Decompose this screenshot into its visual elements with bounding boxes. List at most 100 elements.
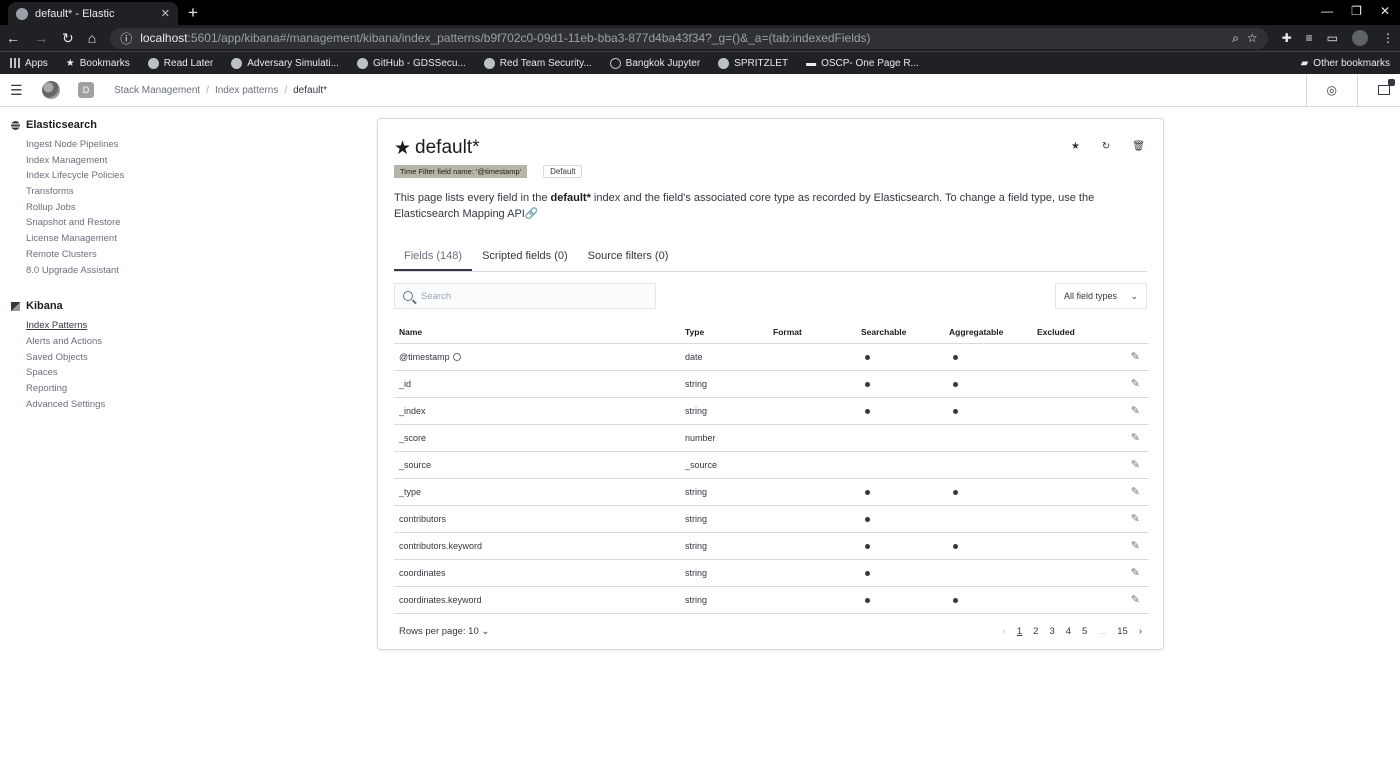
edit-pencil-icon[interactable]: ✎ <box>1102 397 1149 425</box>
column-header-excluded[interactable]: Excluded <box>1032 321 1102 344</box>
sidebar-item-index-patterns[interactable]: Index Patterns <box>11 318 300 334</box>
sidebar-item-snapshot-restore[interactable]: Snapshot and Restore <box>11 215 300 231</box>
url-host: localhost <box>140 31 188 45</box>
sidebar-item-ingest-node-pipelines[interactable]: Ingest Node Pipelines <box>11 137 300 153</box>
minimize-icon[interactable]: — <box>1321 4 1333 18</box>
sidebar-item-remote-clusters[interactable]: Remote Clusters <box>11 247 300 263</box>
bookmark-read-later[interactable]: Read Later <box>147 57 213 69</box>
sidebar-item-index-lifecycle-policies[interactable]: Index Lifecycle Policies <box>11 168 300 184</box>
page-number[interactable]: 5 <box>1082 626 1087 637</box>
close-tab-icon[interactable]: ✕ <box>161 7 170 20</box>
tab-scripted-fields[interactable]: Scripted fields (0) <box>472 242 578 271</box>
page-number[interactable]: 4 <box>1066 626 1071 637</box>
bookmark-github[interactable]: GitHub - GDSSecu... <box>356 57 466 69</box>
tab-fields[interactable]: Fields (148) <box>394 242 473 271</box>
restore-icon[interactable]: ❐ <box>1351 4 1362 18</box>
back-icon[interactable]: ← <box>6 30 20 46</box>
field-searchable <box>856 478 944 506</box>
extensions-icon[interactable]: ✚ <box>1282 31 1292 45</box>
column-header-type[interactable]: Type <box>680 321 768 344</box>
bookmark-oscp[interactable]: ▬ OSCP- One Page R... <box>806 58 919 69</box>
address-bar[interactable]: ⓘ localhost:5601/app/kibana#/management/… <box>110 27 1268 49</box>
sidebar-item-transforms[interactable]: Transforms <box>11 184 300 200</box>
edit-pencil-icon[interactable]: ✎ <box>1102 505 1149 533</box>
bookmark-bookmarks[interactable]: ★ Bookmarks <box>66 58 130 69</box>
table-row: _score number ✎ <box>394 424 1149 452</box>
bookmark-spritzlet[interactable]: SPRITZLET <box>718 57 788 69</box>
edit-pencil-icon[interactable]: ✎ <box>1102 586 1149 614</box>
search-input[interactable]: Search <box>394 283 656 309</box>
field-format <box>768 586 856 614</box>
other-bookmarks[interactable]: ▰ Other bookmarks <box>1301 58 1390 69</box>
help-icon[interactable]: ◎ <box>1327 83 1337 97</box>
menu-kebab-icon[interactable]: ⋮ <box>1382 31 1394 45</box>
sidebar-item-saved-objects[interactable]: Saved Objects <box>11 350 300 366</box>
field-aggregatable <box>944 397 1032 425</box>
space-avatar[interactable]: D <box>78 82 94 98</box>
field-format <box>768 370 856 398</box>
bookmark-apps[interactable]: Apps <box>10 58 48 69</box>
breadcrumb-stack-management[interactable]: Stack Management <box>114 85 200 96</box>
sidebar-item-upgrade-assistant[interactable]: 8.0 Upgrade Assistant <box>11 263 300 279</box>
bookmark-adversary[interactable]: Adversary Simulati... <box>231 57 339 69</box>
page-number[interactable]: 2 <box>1033 626 1038 637</box>
searchable-dot-icon <box>865 597 870 603</box>
mapping-api-link[interactable]: Mapping API <box>462 208 524 220</box>
edit-pencil-icon[interactable]: ✎ <box>1102 343 1149 371</box>
edit-pencil-icon[interactable]: ✎ <box>1102 370 1149 398</box>
page-number[interactable]: 3 <box>1049 626 1054 637</box>
zoom-icon[interactable]: ⌕ <box>1232 31 1239 46</box>
elastic-logo-icon[interactable] <box>42 81 60 99</box>
column-header-format[interactable]: Format <box>768 321 856 344</box>
close-window-icon[interactable]: ✕ <box>1380 4 1390 18</box>
sidebar-item-alerts-actions[interactable]: Alerts and Actions <box>11 334 300 350</box>
refresh-fields-icon[interactable]: ↻ <box>1102 141 1110 152</box>
bookmark-bangkok[interactable]: Bangkok Jupyter <box>609 57 700 69</box>
sidebar-item-index-management[interactable]: Index Management <box>11 153 300 169</box>
kibana-icon <box>11 301 20 311</box>
page-number[interactable]: 1 <box>1017 626 1022 637</box>
index-pattern-panel: ★ default* ★ ↻ 🗑 Time Filter field name:… <box>377 118 1164 650</box>
reading-list-icon[interactable]: ≡ <box>1306 31 1313 45</box>
reload-icon[interactable]: ↻ <box>62 30 74 47</box>
edit-pencil-icon[interactable]: ✎ <box>1102 424 1149 452</box>
sidebar-item-spaces[interactable]: Spaces <box>11 365 300 381</box>
edit-pencil-icon[interactable]: ✎ <box>1102 451 1149 479</box>
edit-pencil-icon[interactable]: ✎ <box>1102 532 1149 560</box>
next-page-icon[interactable]: › <box>1139 626 1142 637</box>
column-header-searchable[interactable]: Searchable <box>856 321 944 344</box>
rows-per-page-button[interactable]: Rows per page: 10 ⌄ <box>399 626 489 637</box>
set-default-star-icon[interactable]: ★ <box>1071 141 1080 152</box>
page-number[interactable]: 15 <box>1117 626 1128 637</box>
breadcrumb-index-patterns[interactable]: Index patterns <box>215 85 278 96</box>
edit-pencil-icon[interactable]: ✎ <box>1102 478 1149 506</box>
previous-page-icon[interactable]: ‹ <box>1003 626 1006 637</box>
bookmark-red-team[interactable]: Red Team Security... <box>483 57 592 69</box>
sidebar-item-license-management[interactable]: License Management <box>11 231 300 247</box>
delete-trash-icon[interactable]: 🗑 <box>1132 141 1145 152</box>
newsfeed-icon[interactable] <box>1378 79 1395 95</box>
sidebar-item-rollup-jobs[interactable]: Rollup Jobs <box>11 200 300 216</box>
sidebar-item-reporting[interactable]: Reporting <box>11 381 300 397</box>
bookmark-star-icon[interactable]: ☆ <box>1247 31 1258 45</box>
field-type-select[interactable]: All field types ⌄ <box>1055 283 1147 309</box>
column-header-name[interactable]: Name <box>394 321 680 344</box>
browser-tab[interactable]: default* - Elastic ✕ <box>8 2 178 25</box>
column-header-aggregatable[interactable]: Aggregatable <box>944 321 1032 344</box>
menu-icon[interactable]: ☰ <box>10 82 24 99</box>
page-ellipsis: ... <box>1098 625 1107 637</box>
sidebar-item-advanced-settings[interactable]: Advanced Settings <box>11 397 300 413</box>
field-aggregatable <box>944 343 1032 371</box>
forward-icon[interactable]: → <box>34 30 48 46</box>
home-icon[interactable]: ⌂ <box>88 30 96 46</box>
edit-pencil-icon[interactable]: ✎ <box>1102 559 1149 587</box>
apps-grid-icon <box>10 58 20 68</box>
field-name: _id <box>394 370 680 398</box>
tab-source-filters[interactable]: Source filters (0) <box>578 242 679 271</box>
field-aggregatable <box>944 478 1032 506</box>
new-tab-icon[interactable]: + <box>188 3 198 23</box>
media-icon[interactable]: ▭ <box>1327 31 1338 45</box>
info-icon[interactable]: ⓘ <box>120 30 132 47</box>
aggregatable-dot-icon <box>953 489 958 495</box>
profile-avatar[interactable] <box>1352 30 1368 46</box>
